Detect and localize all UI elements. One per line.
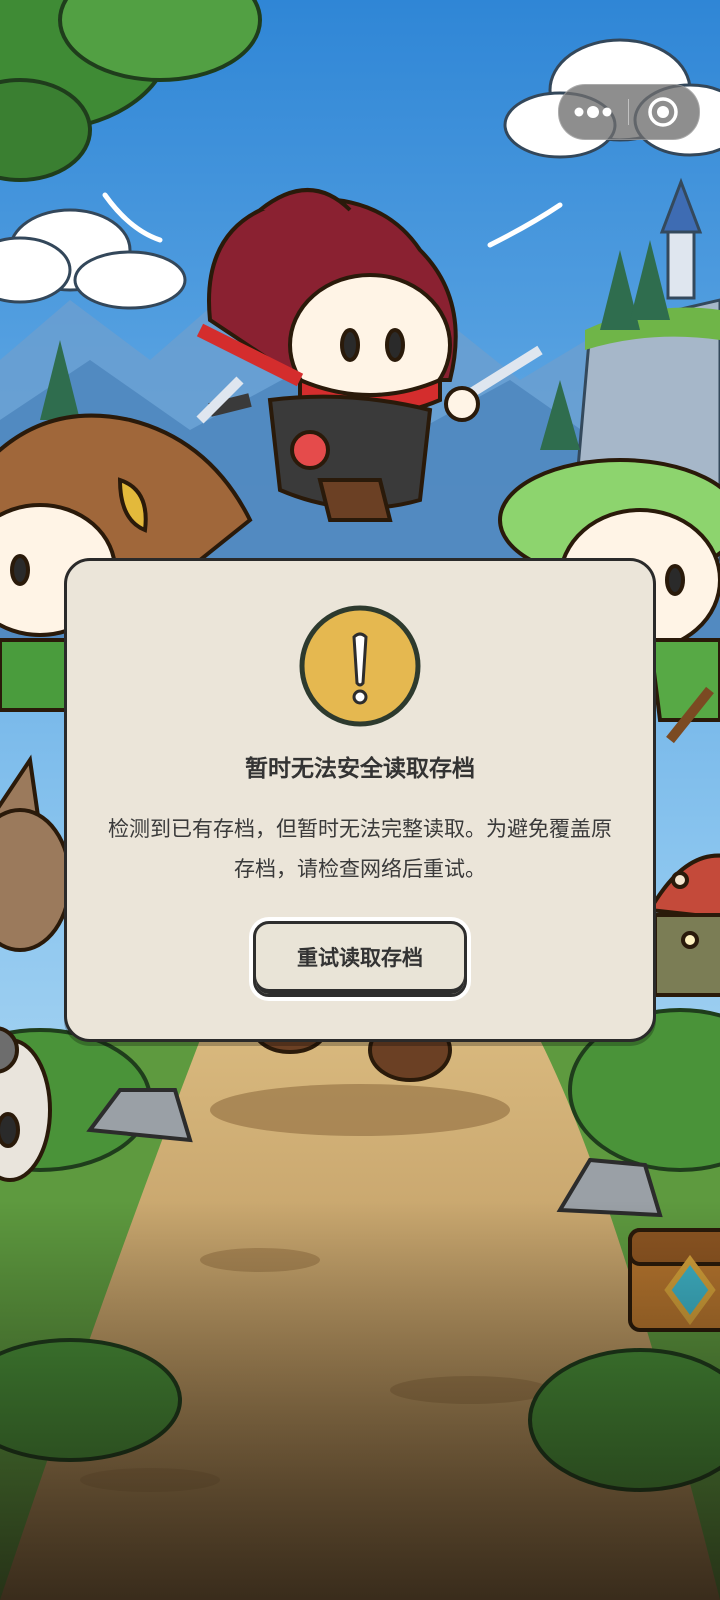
capsule-divider [628,99,629,125]
exclamation-icon [299,605,421,727]
dialog-message: 检测到已有存档，但暂时无法完整读取。为避免覆盖原存档，请检查网络后重试。 [108,817,612,881]
retry-load-save-button[interactable]: 重试读取存档 [249,917,471,1001]
target-close-icon [648,97,678,127]
retry-button-label: 重试读取存档 [253,921,467,997]
mini-program-capsule [558,84,700,140]
close-mini-program-button[interactable] [630,85,698,139]
more-menu-button[interactable] [559,85,627,139]
more-dots-icon [574,106,612,118]
dialog-title: 暂时无法安全读取存档 [245,756,475,782]
save-load-error-dialog: 暂时无法安全读取存档 检测到已有存档，但暂时无法完整读取。为避免覆盖原存档，请检… [64,558,656,1042]
